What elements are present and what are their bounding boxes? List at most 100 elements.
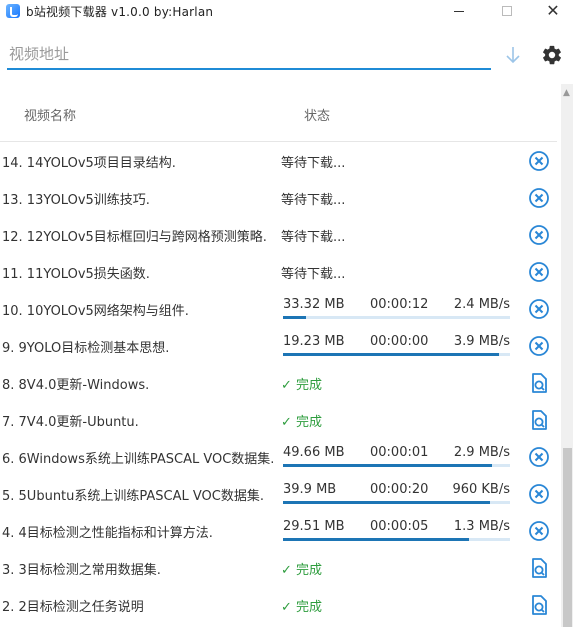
status-text: 等待下载... [281, 156, 346, 171]
video-name: 10. 10YOLOv5网络架构与组件. [2, 304, 189, 319]
elapsed-time: 00:00:20 [370, 482, 429, 497]
download-speed: 1.3 MB/s [453, 519, 510, 534]
list-item: 8. 8V4.0更新-Windows. ✓ 完成 [0, 364, 560, 401]
status-text: 等待下载... [281, 193, 346, 208]
cancel-download-icon[interactable] [528, 335, 550, 357]
list-item: 3. 3目标检测之常用数据集. ✓ 完成 [0, 549, 560, 586]
list-item: 5. 5Ubuntu系统上训练PASCAL VOC数据集. 39.9 MB 00:0… [0, 475, 560, 512]
progress-bar [283, 316, 510, 319]
status-done: ✓ 完成 [281, 596, 322, 615]
cancel-download-icon[interactable] [528, 298, 550, 320]
cancel-download-icon[interactable] [528, 446, 550, 468]
download-progress: 19.23 MB 00:00:00 3.9 MB/s [283, 332, 510, 356]
list-item: 2. 2目标检测之任务说明 ✓ 完成 [0, 586, 560, 623]
video-name: 3. 3目标检测之常用数据集. [2, 563, 161, 578]
video-name: 2. 2目标检测之任务说明 [2, 600, 144, 615]
progress-bar-fill [283, 316, 306, 319]
video-name: 12. 12YOLOv5目标框回归与跨网格预测策略. [2, 230, 267, 245]
download-progress: 33.32 MB 00:00:12 2.4 MB/s [283, 295, 510, 319]
status-text: 完成 [296, 415, 323, 430]
list-item: 7. 7V4.0更新-Ubuntu. ✓ 完成 [0, 401, 560, 438]
check-icon: ✓ [281, 415, 297, 430]
progress-bar [283, 353, 510, 356]
progress-bar-fill [283, 501, 490, 504]
download-speed: 960 KB/s [452, 482, 510, 497]
video-name: 11. 11YOLOv5损失函数. [2, 267, 150, 282]
gear-icon[interactable] [541, 44, 563, 66]
video-name: 8. 8V4.0更新-Windows. [2, 378, 150, 393]
scrollbar-thumb[interactable] [563, 448, 572, 627]
download-speed: 2.9 MB/s [453, 445, 510, 460]
minimize-icon [454, 10, 464, 12]
check-icon: ✓ [281, 563, 297, 578]
check-icon: ✓ [281, 600, 297, 615]
elapsed-time: 00:00:05 [370, 519, 429, 534]
cancel-download-icon[interactable] [528, 150, 550, 172]
column-header-name: 视频名称 [24, 109, 77, 124]
open-file-icon[interactable] [528, 372, 550, 394]
open-file-icon[interactable] [528, 594, 550, 616]
status-text: 完成 [296, 378, 323, 393]
table-header: 视频名称 状态 [0, 88, 557, 142]
status-text: 等待下载... [281, 267, 346, 282]
open-file-icon[interactable] [528, 409, 550, 431]
open-file-icon[interactable] [528, 557, 550, 579]
video-name: 7. 7V4.0更新-Ubuntu. [2, 415, 139, 430]
close-icon: ✕ [546, 1, 560, 20]
download-progress: 39.9 MB 00:00:20 960 KB/s [283, 480, 510, 504]
downloaded-size: 33.32 MB [283, 297, 345, 312]
progress-bar-fill [283, 538, 470, 541]
downloaded-size: 39.9 MB [283, 482, 337, 497]
download-progress: 49.66 MB 00:00:01 2.9 MB/s [283, 443, 510, 467]
elapsed-time: 00:00:12 [370, 297, 429, 312]
video-name: 9. 9YOLO目标检测基本思想. [2, 341, 170, 356]
cancel-download-icon[interactable] [528, 187, 550, 209]
status-done: ✓ 完成 [281, 374, 322, 393]
minimize-button[interactable] [436, 0, 482, 22]
column-header-status: 状态 [304, 109, 331, 124]
video-name: 5. 5Ubuntu系统上训练PASCAL VOC数据集. [2, 489, 264, 504]
progress-bar-fill [283, 353, 499, 356]
list-item: 11. 11YOLOv5损失函数. 等待下载... [0, 253, 560, 290]
progress-bar [283, 538, 510, 541]
downloaded-size: 49.66 MB [283, 445, 345, 460]
title-bar: b站视频下载器 v1.0.0 by:Harlan ✕ [0, 0, 573, 22]
scroll-up-icon[interactable]: ▲ [563, 88, 570, 98]
list-item: 12. 12YOLOv5目标框回归与跨网格预测策略. 等待下载... [0, 216, 560, 253]
download-progress: 29.51 MB 00:00:05 1.3 MB/s [283, 517, 510, 541]
list-item: 10. 10YOLOv5网络架构与组件. 33.32 MB 00:00:12 2.4 … [0, 290, 560, 327]
downloaded-size: 29.51 MB [283, 519, 345, 534]
status-done: ✓ 完成 [281, 559, 322, 578]
elapsed-time: 00:00:01 [370, 445, 429, 460]
check-icon: ✓ [281, 378, 297, 393]
window-title: b站视频下载器 v1.0.0 by:Harlan [26, 5, 214, 19]
status-done: ✓ 完成 [281, 411, 322, 430]
cancel-download-icon[interactable] [528, 261, 550, 283]
video-url-input[interactable] [7, 40, 491, 70]
progress-bar-fill [283, 464, 492, 467]
video-name: 4. 4目标检测之性能指标和计算方法. [2, 526, 213, 541]
cancel-download-icon[interactable] [528, 483, 550, 505]
close-button[interactable]: ✕ [530, 0, 573, 22]
status-text: 完成 [296, 600, 323, 615]
maximize-icon [502, 6, 512, 16]
download-icon[interactable] [502, 44, 524, 66]
video-name: 6. 6Windows系统上训练PASCAL VOC数据集. [2, 452, 275, 467]
cancel-download-icon[interactable] [528, 224, 550, 246]
status-text: 完成 [296, 563, 323, 578]
app-logo-icon [6, 4, 20, 18]
progress-bar [283, 464, 510, 467]
cancel-download-icon[interactable] [528, 520, 550, 542]
maximize-button[interactable] [484, 0, 530, 22]
elapsed-time: 00:00:00 [370, 334, 429, 349]
list-item: 6. 6Windows系统上训练PASCAL VOC数据集. 49.66 MB 00… [0, 438, 560, 475]
download-speed: 3.9 MB/s [453, 334, 510, 349]
video-name: 13. 13YOLOv5训练技巧. [2, 193, 150, 208]
list-item: 4. 4目标检测之性能指标和计算方法. 29.51 MB 00:00:05 1.3 M… [0, 512, 560, 549]
download-speed: 2.4 MB/s [453, 297, 510, 312]
status-text: 等待下载... [281, 230, 346, 245]
list-item: 13. 13YOLOv5训练技巧. 等待下载... [0, 179, 560, 216]
progress-bar [283, 501, 510, 504]
list-item: 9. 9YOLO目标检测基本思想. 19.23 MB 00:00:00 3.9 MB/… [0, 327, 560, 364]
downloaded-size: 19.23 MB [283, 334, 345, 349]
